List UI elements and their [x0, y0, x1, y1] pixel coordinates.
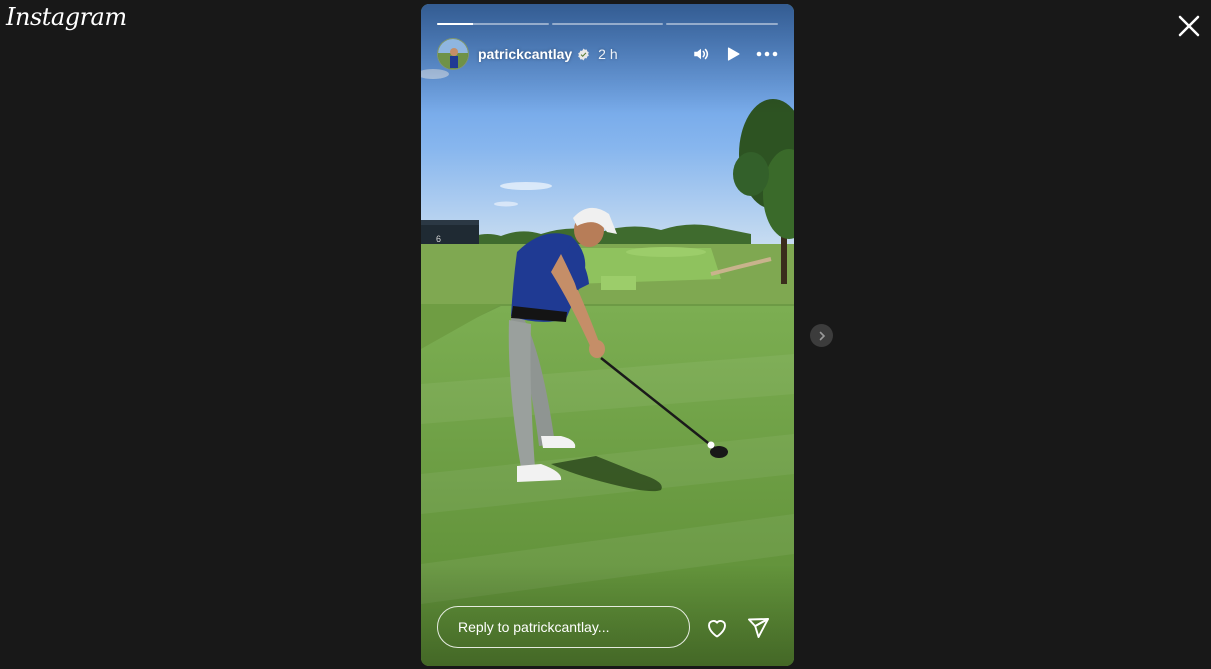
- heart-icon: [708, 620, 726, 638]
- story-header: patrickcantlay 2 h: [437, 38, 778, 70]
- story-viewer[interactable]: 6 patrickcantlay 2 h Reply to patrickcan…: [421, 4, 794, 666]
- story-username[interactable]: patrickcantlay: [478, 46, 572, 62]
- more-options-icon: [756, 51, 778, 57]
- avatar[interactable]: [437, 38, 469, 70]
- next-story-button[interactable]: [810, 324, 833, 347]
- like-button[interactable]: [705, 616, 729, 640]
- share-button[interactable]: [746, 616, 770, 640]
- play-icon: [727, 47, 740, 61]
- progress-segment: [551, 23, 664, 25]
- instagram-logo[interactable]: Instagram: [6, 3, 127, 31]
- mute-button[interactable]: [692, 45, 710, 63]
- play-button[interactable]: [724, 45, 742, 63]
- avatar-image: [438, 39, 468, 69]
- story-media: 6: [421, 4, 794, 666]
- hole-sign-number: 6: [436, 234, 441, 244]
- story-timestamp: 2 h: [598, 46, 618, 62]
- send-icon: [748, 618, 769, 638]
- reply-input[interactable]: Reply to patrickcantlay...: [437, 606, 690, 648]
- progress-segment: [437, 23, 549, 25]
- more-options-button[interactable]: [756, 45, 778, 63]
- chevron-right-icon: [819, 331, 825, 340]
- verified-badge-icon: [578, 48, 589, 60]
- close-icon: [1178, 15, 1200, 37]
- reply-placeholder: Reply to patrickcantlay...: [458, 619, 610, 635]
- volume-icon: [694, 48, 709, 60]
- progress-segment: [666, 23, 779, 25]
- close-button[interactable]: [1176, 12, 1202, 40]
- story-progress-bar: [437, 23, 779, 25]
